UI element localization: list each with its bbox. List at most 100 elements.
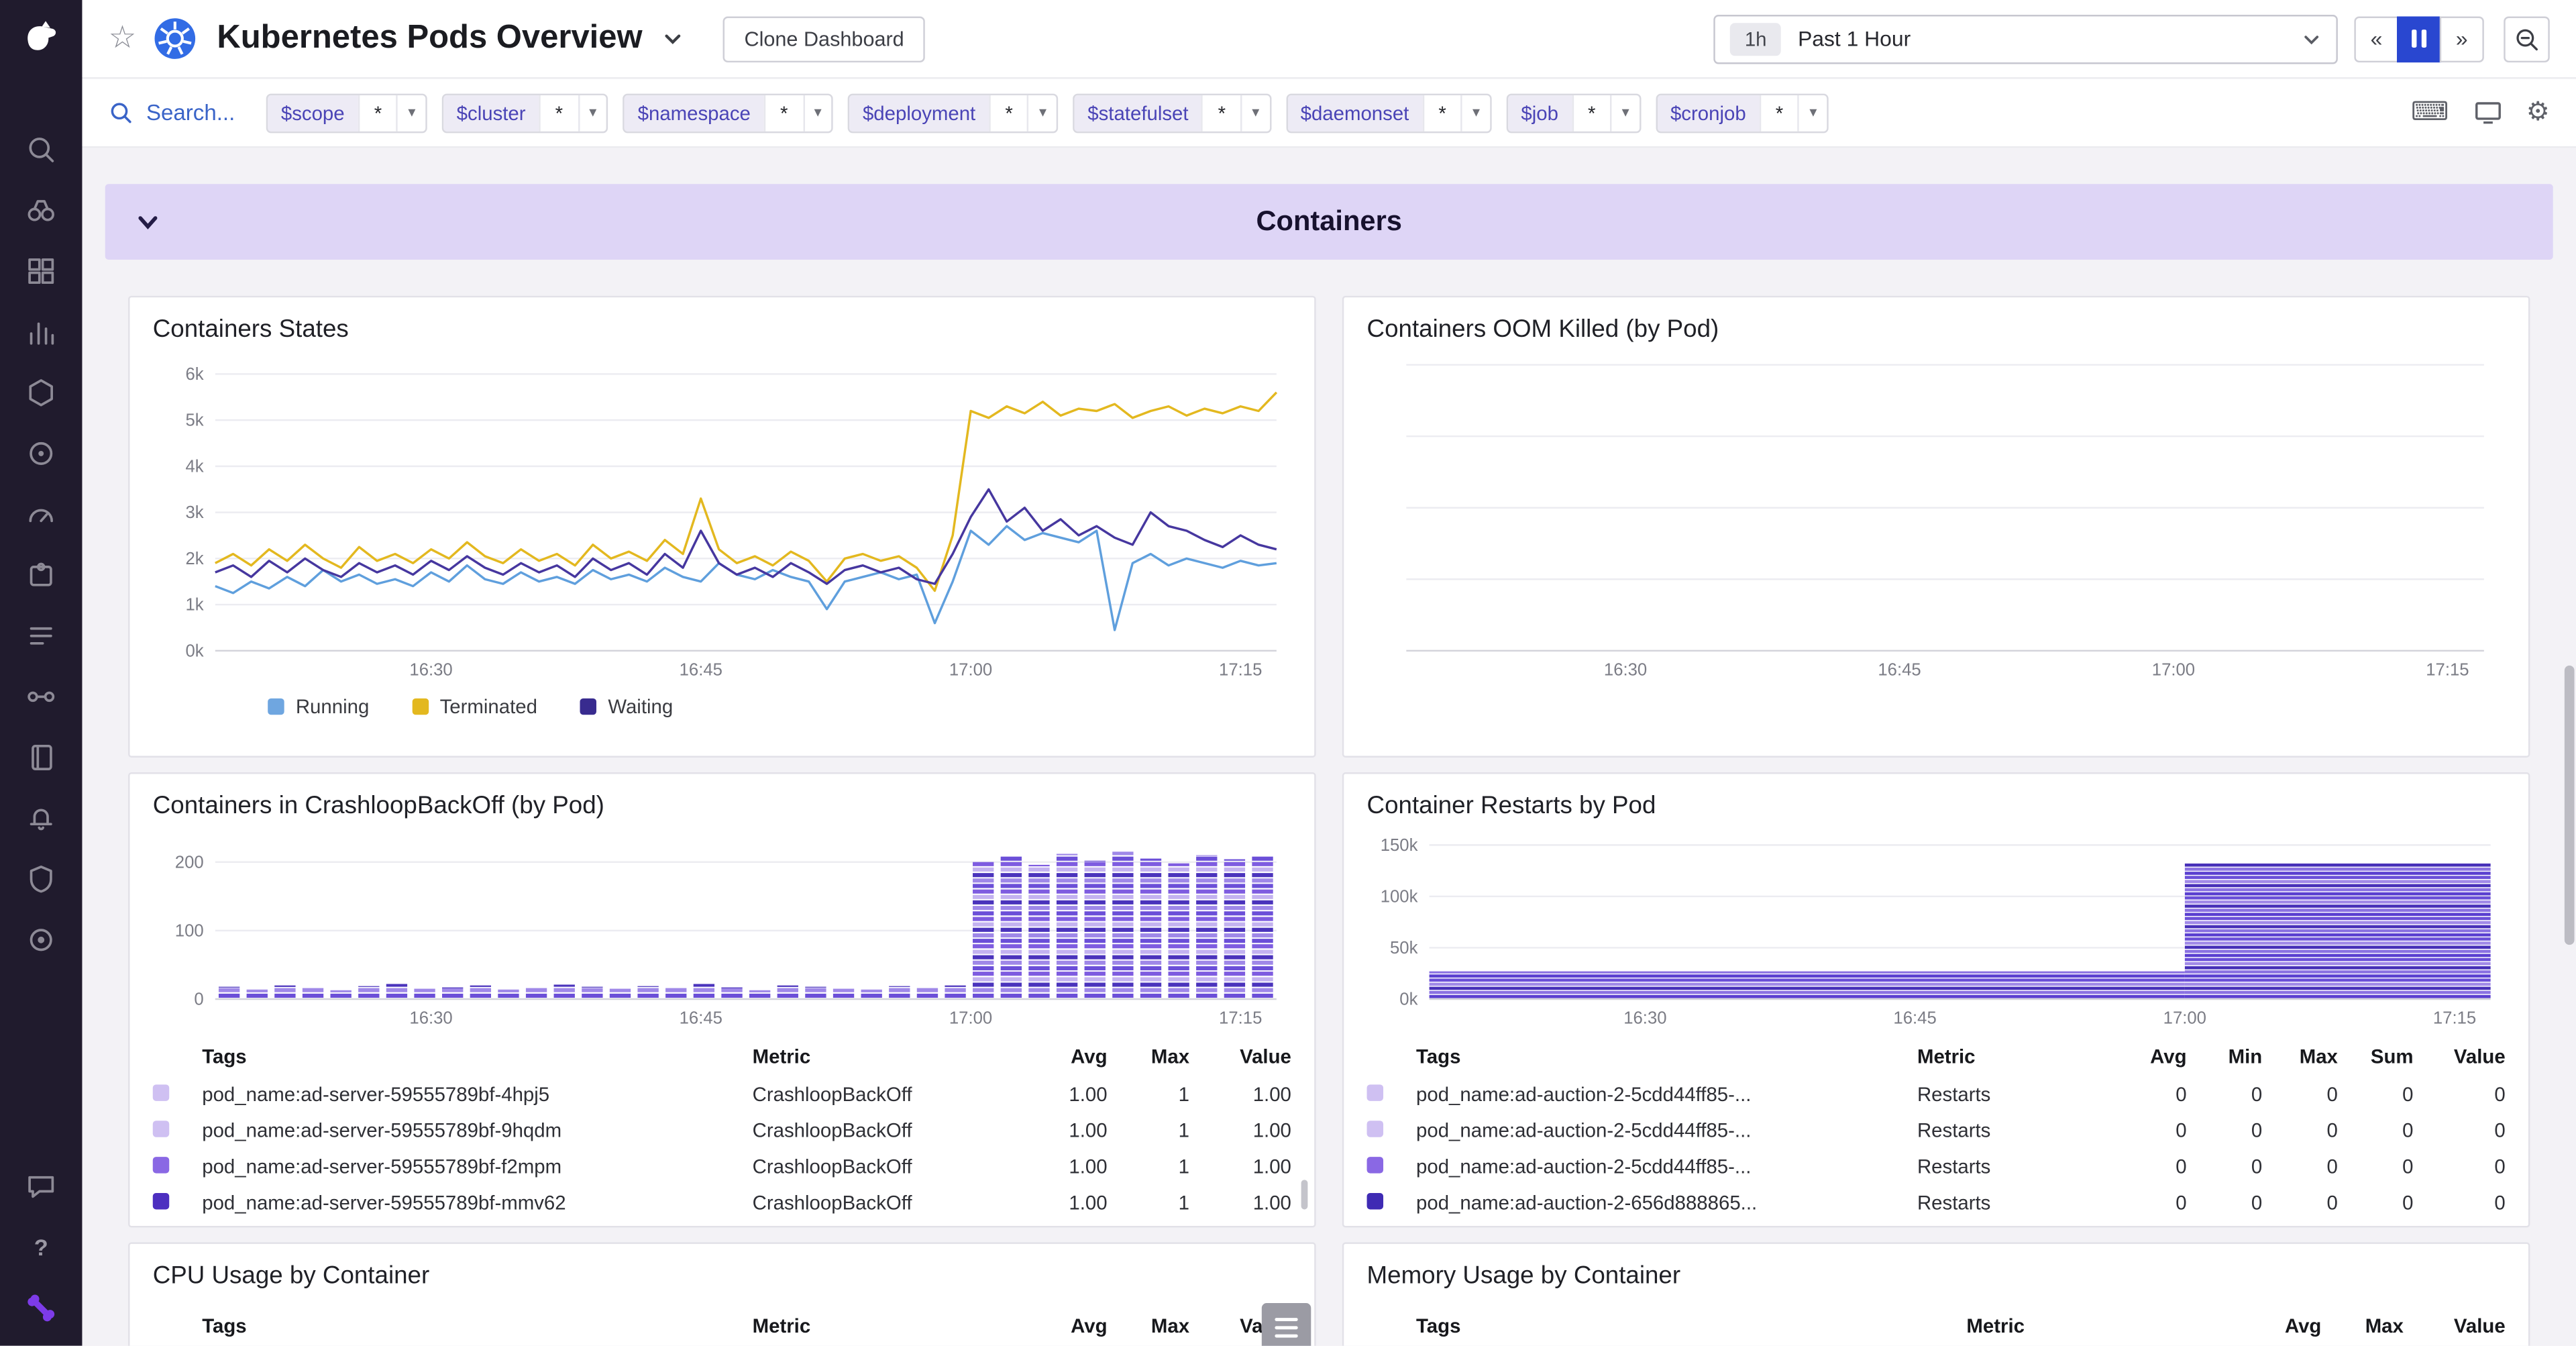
row-value: 0 — [2414, 1192, 2506, 1214]
table-row[interactable]: pod_name:ad-server-59555789bf-f2mpmCrash… — [153, 1149, 1291, 1185]
containers-states-chart[interactable]: 0k1k2k3k4k5k6k16:3016:4517:0017:15 — [153, 352, 1287, 680]
column-header[interactable]: Metric — [753, 1314, 1016, 1337]
variable-name: $cluster — [443, 95, 539, 131]
legend-swatch — [412, 698, 428, 715]
panel-title: CPU Usage by Container — [129, 1244, 1314, 1298]
column-header[interactable]: Tags — [202, 1314, 752, 1337]
sidebar-item-watchdog[interactable] — [21, 193, 61, 229]
table-row[interactable]: pod_name:ad-auction-2-5cdd44ff85-...Rest… — [1367, 1076, 2506, 1112]
svg-text:150k: 150k — [1381, 836, 1418, 855]
svg-text:1k: 1k — [186, 596, 204, 615]
sidebar-item-ci[interactable] — [21, 678, 61, 715]
sidebar-item-service-management[interactable] — [21, 497, 61, 533]
legend-swatch — [268, 698, 284, 715]
template-variable-daemonset[interactable]: $daemonset * ▾ — [1286, 93, 1492, 132]
title-dropdown-caret[interactable] — [662, 28, 684, 50]
template-variable-statefulset[interactable]: $statefulset * ▾ — [1073, 93, 1271, 132]
sidebar-item-logs[interactable] — [21, 618, 61, 654]
template-variable-scope[interactable]: $scope * ▾ — [266, 93, 427, 132]
table-row[interactable]: pod_name:ad-server-59555789bf-mmv62Crash… — [153, 1185, 1291, 1221]
column-header[interactable]: Max — [2321, 1314, 2403, 1337]
sidebar-item-monitors[interactable] — [21, 800, 61, 837]
column-header[interactable]: Tags — [202, 1044, 752, 1067]
table-scrollbar-thumb[interactable] — [1301, 1180, 1308, 1209]
column-header[interactable]: Min — [2187, 1044, 2263, 1067]
series-color-chip — [1367, 1121, 1383, 1137]
memory-usage-table: TagsMetricAvgMaxValue — [1344, 1298, 2528, 1346]
template-variable-cronjob[interactable]: $cronjob * ▾ — [1656, 93, 1829, 132]
settings-gear-icon[interactable]: ⚙ — [2526, 99, 2550, 125]
sidebar-item-security[interactable] — [21, 861, 61, 897]
svg-text:0k: 0k — [186, 641, 204, 660]
sidebar-item-integrations[interactable] — [21, 557, 61, 593]
table-row[interactable]: pod_name:ad-auction-2-656d888865...Resta… — [1367, 1185, 2506, 1221]
panel-title: Containers OOM Killed (by Pod) — [1344, 297, 2528, 352]
column-header[interactable]: Avg — [2111, 1044, 2187, 1067]
sidebar-item-notebooks[interactable] — [21, 739, 61, 776]
dashboard-search[interactable]: Search... — [109, 100, 235, 125]
chevron-down-icon: ▾ — [1461, 95, 1490, 131]
time-range-selector[interactable]: 1h Past 1 Hour — [1713, 14, 2338, 63]
column-header[interactable]: Tags — [1416, 1044, 1917, 1067]
column-header[interactable]: Value — [1189, 1044, 1291, 1067]
column-header[interactable]: Tags — [1416, 1314, 1966, 1337]
oom-killed-chart[interactable]: 16:3016:4517:0017:15 — [1367, 352, 2501, 680]
template-variable-job[interactable]: $job * ▾ — [1506, 93, 1641, 132]
tv-mode-icon[interactable] — [2473, 100, 2502, 125]
sidebar-item-infrastructure[interactable] — [21, 374, 61, 411]
clone-dashboard-button[interactable]: Clone Dashboard — [723, 15, 926, 62]
table-row[interactable]: pod_name:ad-auction-2-5cdd44ff85-...Rest… — [1367, 1112, 2506, 1149]
menu-lines-icon — [1275, 1318, 1297, 1321]
time-skip-back-button[interactable]: « — [2354, 15, 2398, 62]
column-header[interactable]: Value — [2404, 1314, 2506, 1337]
container-restarts-chart[interactable]: 0k50k100k150k16:3016:4517:0017:15 — [1367, 828, 2501, 1029]
column-header[interactable]: Avg — [1015, 1314, 1107, 1337]
variable-name: $statefulset — [1075, 95, 1201, 131]
column-header[interactable]: Value — [2414, 1044, 2506, 1067]
section-containers-header[interactable]: Containers — [105, 184, 2553, 260]
table-row[interactable]: pod_name:ad-auction-2-5cdd44ff85-...Rest… — [1367, 1149, 2506, 1185]
sidebar-item-search[interactable] — [21, 132, 61, 168]
zoom-out-button[interactable] — [2504, 15, 2550, 62]
sidebar-item-metrics[interactable] — [21, 314, 61, 350]
chart-legend: Running Terminated Waiting — [268, 695, 1314, 718]
column-header[interactable]: Avg — [1015, 1044, 1107, 1067]
crashloopbackoff-chart[interactable]: 010020016:3016:4517:0017:15 — [153, 828, 1287, 1029]
time-skip-forward-button[interactable]: » — [2440, 15, 2484, 62]
datadog-logo[interactable] — [16, 13, 65, 62]
sidebar-item-chat[interactable] — [21, 1168, 61, 1204]
sidebar-item-help[interactable]: ? — [21, 1229, 61, 1265]
row-value: 0 — [2338, 1083, 2414, 1106]
template-variable-namespace[interactable]: $namespace * ▾ — [623, 93, 833, 132]
variable-value: * — [764, 95, 803, 131]
column-header[interactable]: Sum — [2338, 1044, 2414, 1067]
page-scrollbar-thumb[interactable] — [2565, 666, 2575, 945]
favorite-star-icon[interactable]: ☆ — [109, 23, 137, 54]
row-value: 0 — [2262, 1083, 2338, 1106]
column-header[interactable]: Avg — [2229, 1314, 2321, 1337]
legend-item-waiting[interactable]: Waiting — [580, 695, 674, 718]
section-navigator-button[interactable] — [1262, 1303, 1311, 1346]
sidebar-item-dashboards[interactable] — [21, 253, 61, 289]
pause-refresh-button[interactable] — [2397, 15, 2441, 62]
table-row[interactable]: pod_name:ad-server-59555789bf-9hqdmCrash… — [153, 1112, 1291, 1149]
sidebar-item-apm[interactable] — [21, 435, 61, 472]
column-header[interactable]: Metric — [1966, 1314, 2229, 1337]
column-header[interactable]: Metric — [1917, 1044, 2111, 1067]
legend-label: Running — [296, 695, 369, 718]
sidebar-item-bits-ai[interactable] — [21, 1290, 61, 1326]
keyboard-shortcuts-icon[interactable]: ⌨ — [2411, 99, 2449, 125]
template-variable-deployment[interactable]: $deployment * ▾ — [848, 93, 1058, 132]
series-color-chip — [153, 1084, 169, 1100]
template-variable-cluster[interactable]: $cluster * ▾ — [442, 93, 608, 132]
svg-text:16:45: 16:45 — [680, 661, 722, 680]
column-header[interactable]: Max — [2262, 1044, 2338, 1067]
column-header[interactable]: Max — [1108, 1044, 1189, 1067]
dashboard-content: Containers Containers States 0k1k2k3k4k5… — [82, 148, 2576, 1345]
column-header[interactable]: Max — [1108, 1314, 1189, 1337]
legend-item-running[interactable]: Running — [268, 695, 369, 718]
column-header[interactable]: Metric — [753, 1044, 1016, 1067]
table-row[interactable]: pod_name:ad-server-59555789bf-4hpj5Crash… — [153, 1076, 1291, 1112]
sidebar-item-synthetics[interactable] — [21, 922, 61, 958]
legend-item-terminated[interactable]: Terminated — [412, 695, 537, 718]
